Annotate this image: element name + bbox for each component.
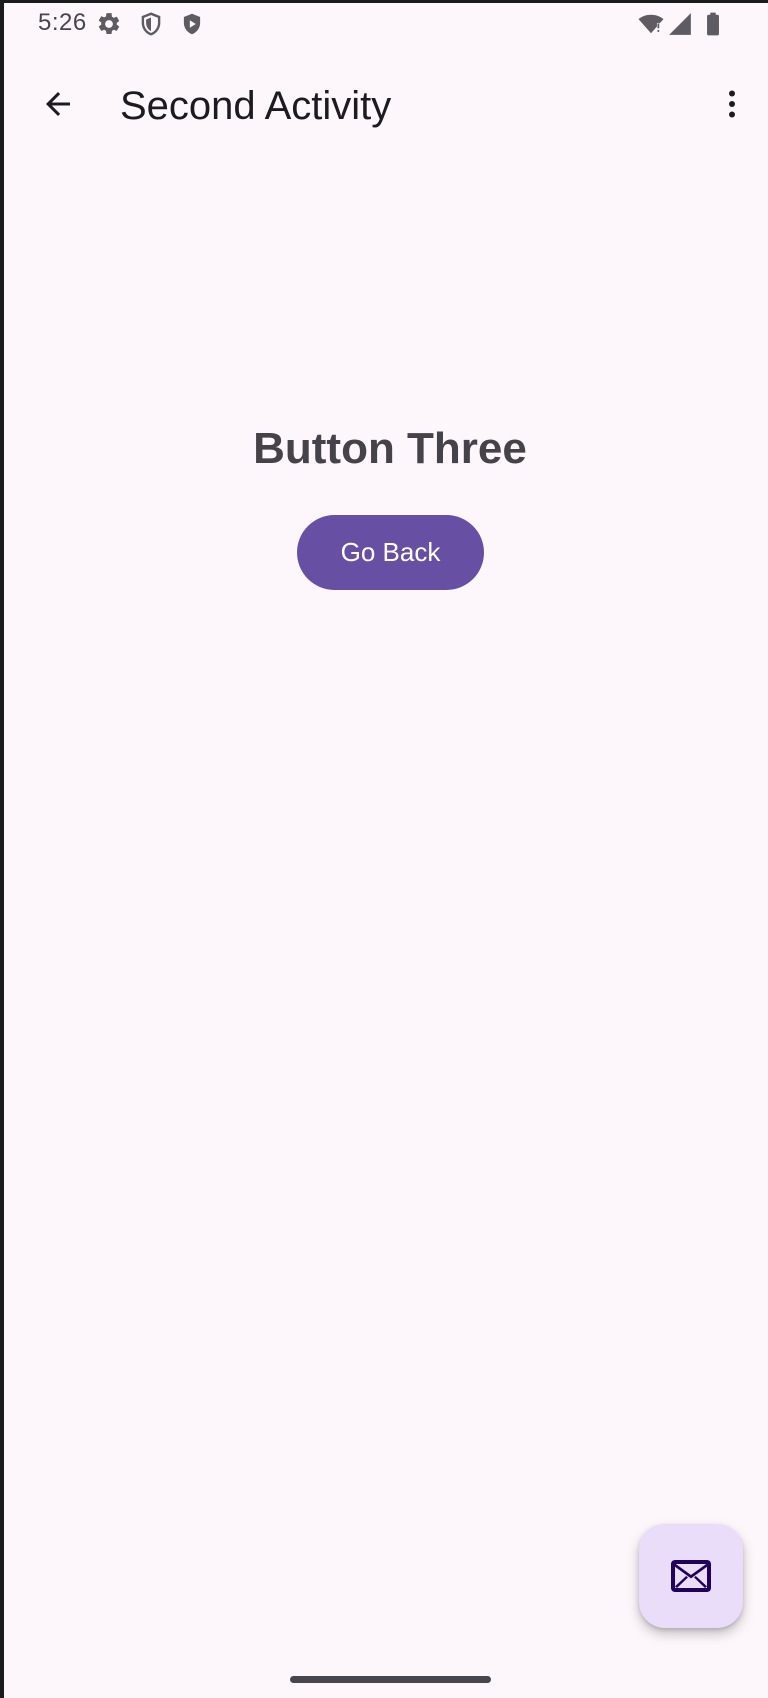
status-time: 5:26 [38,9,87,36]
home-indicator[interactable] [290,1676,491,1683]
email-fab[interactable] [639,1524,743,1628]
battery-icon [700,11,726,37]
shield-icon [138,11,164,37]
arrow-back-icon [40,86,76,122]
overflow-menu-button[interactable] [710,78,754,130]
cellular-signal-icon [667,11,693,37]
email-icon [667,1552,715,1600]
top-app-bar: Second Activity [4,58,768,154]
play-shield-icon [179,11,205,37]
content-heading: Button Three [253,424,527,473]
go-back-button[interactable]: Go Back [297,515,484,590]
back-button[interactable] [32,78,84,130]
more-vert-icon [714,86,750,122]
settings-gear-icon [96,11,122,37]
app-bar-title: Second Activity [120,84,392,128]
status-bar: 5:26 [4,0,768,48]
wifi-alert-icon [638,11,664,37]
app-screen: 5:26 Second Activity Button Three Go Bac… [0,0,768,1698]
